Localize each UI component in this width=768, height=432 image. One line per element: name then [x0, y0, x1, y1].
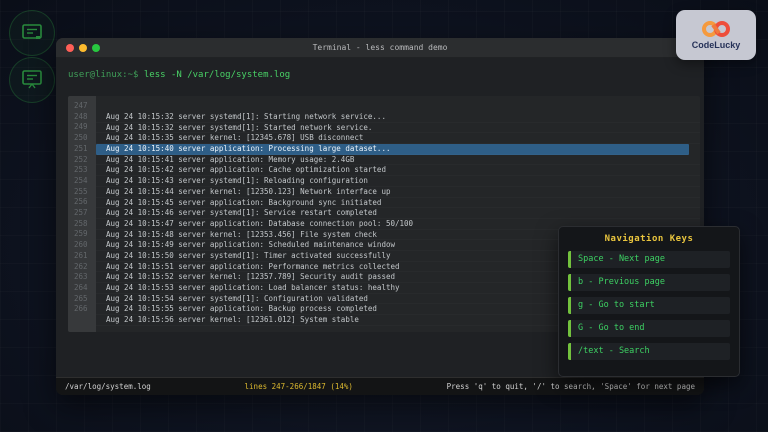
- infinity-logo-icon: [699, 20, 733, 38]
- chat-message-icon: [9, 10, 55, 56]
- log-line: Aug 24 10:15:43 server systemd[1]: Reloa…: [96, 176, 700, 187]
- navigation-key-item: b - Previous page: [568, 274, 730, 291]
- line-number-gutter: 2472482492502512522532542552562572582592…: [68, 96, 96, 332]
- line-number: 255: [74, 187, 96, 198]
- page-background: { "logo": { "text": "CodeLucky" }, "back…: [0, 0, 768, 432]
- command-prompt-line: user@linux:~$ less -N /var/log/system.lo…: [68, 70, 290, 80]
- line-number: 264: [74, 283, 96, 294]
- navigation-key-item: Space - Next page: [568, 251, 730, 268]
- line-number: 251: [74, 144, 96, 155]
- line-number: 252: [74, 155, 96, 166]
- log-line: Aug 24 10:15:44 server kernel: [12350.12…: [96, 187, 700, 198]
- line-number: 258: [74, 219, 96, 230]
- navigation-keys-panel: Navigation Keys Space - Next page b - Pre…: [558, 226, 740, 377]
- log-line: Aug 24 10:15:32 server systemd[1]: Start…: [96, 123, 700, 134]
- less-status-bar: /var/log/system.log lines 247-266/1847 (…: [56, 377, 704, 395]
- line-number: 259: [74, 229, 96, 240]
- navigation-key-item: G - Go to end: [568, 320, 730, 337]
- command-text: less -N /var/log/system.log: [144, 70, 290, 80]
- line-number: 261: [74, 251, 96, 262]
- presentation-screen-icon: [9, 57, 55, 103]
- line-number: 263: [74, 272, 96, 283]
- log-line: Aug 24 10:15:41 server application: Memo…: [96, 155, 700, 166]
- line-number: 254: [74, 176, 96, 187]
- logo-text: CodeLucky: [692, 40, 741, 50]
- navigation-keys-title: Navigation Keys: [568, 234, 730, 244]
- log-line: Aug 24 10:15:42 server application: Cach…: [96, 165, 700, 176]
- window-title: Terminal - less command demo: [56, 38, 704, 58]
- line-number: 265: [74, 294, 96, 305]
- status-key-hints: Press 'q' to quit, '/' to search, 'Space…: [447, 382, 695, 391]
- line-number: 257: [74, 208, 96, 219]
- line-number: 249: [74, 122, 96, 133]
- log-line: Aug 24 10:15:45 server application: Back…: [96, 198, 700, 209]
- line-number: 260: [74, 240, 96, 251]
- log-line: Aug 24 10:15:35 server kernel: [12345.67…: [96, 133, 700, 144]
- line-number: 247: [74, 101, 96, 112]
- line-number: 262: [74, 262, 96, 273]
- status-filename: /var/log/system.log: [65, 382, 151, 391]
- prompt-label: user@linux:~$: [68, 70, 138, 80]
- terminal-titlebar: Terminal - less command demo: [56, 38, 704, 58]
- navigation-key-item: g - Go to start: [568, 297, 730, 314]
- navigation-key-item: /text - Search: [568, 343, 730, 360]
- line-number: 266: [74, 304, 96, 315]
- log-line: Aug 24 10:15:32 server systemd[1]: Start…: [96, 112, 700, 123]
- line-number: 256: [74, 197, 96, 208]
- line-number: 250: [74, 133, 96, 144]
- line-number: 248: [74, 112, 96, 123]
- line-number: 253: [74, 165, 96, 176]
- navigation-keys-list: Space - Next page b - Previous page g - Go…: [568, 251, 730, 360]
- status-position: lines 247-266/1847 (14%): [151, 382, 447, 391]
- log-line: Aug 24 10:15:46 server systemd[1]: Servi…: [96, 208, 700, 219]
- codelucky-logo[interactable]: CodeLucky: [676, 10, 756, 60]
- log-line-highlighted: Aug 24 10:15:40 server application: Proc…: [96, 144, 689, 155]
